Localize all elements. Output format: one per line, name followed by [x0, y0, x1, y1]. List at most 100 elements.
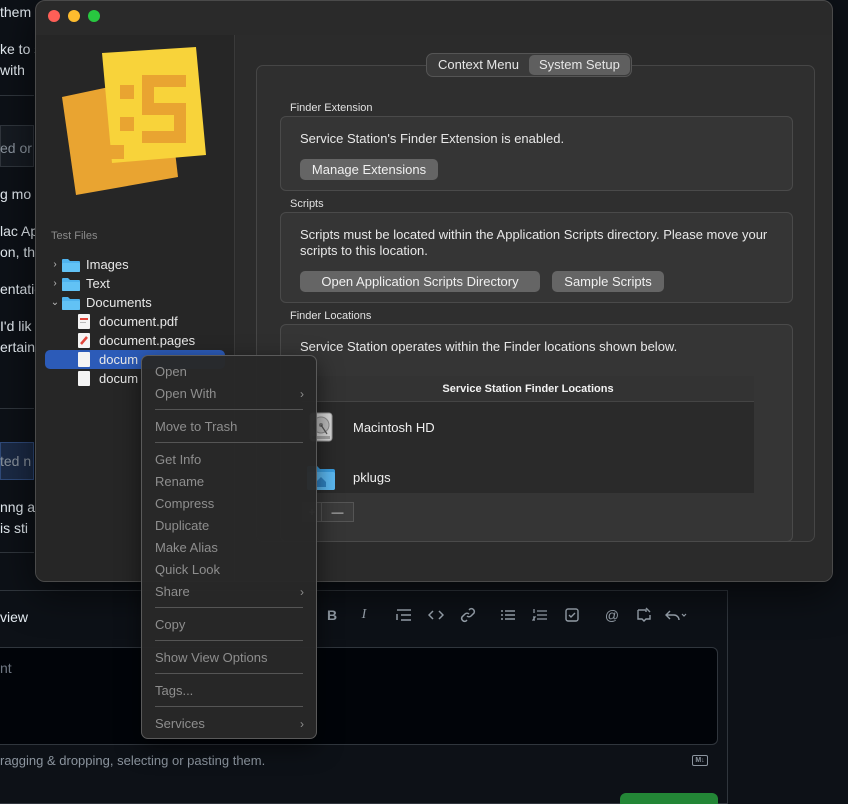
folder-icon: [62, 296, 80, 310]
file-icon: [78, 371, 90, 386]
bold-icon[interactable]: B: [316, 605, 348, 625]
bg-text-fragment: is sti: [0, 520, 28, 536]
tree-item-label: docum: [99, 352, 139, 367]
tree-item-text[interactable]: › Text: [48, 274, 228, 293]
finder-locations-label: Finder Locations: [290, 310, 372, 322]
pages-file-icon: [78, 333, 90, 348]
menu-item-open-with[interactable]: Open With ›: [142, 384, 316, 404]
zoom-window-button[interactable]: [88, 10, 100, 22]
menu-item-duplicate[interactable]: Duplicate: [142, 516, 316, 536]
comment-submit-button[interactable]: [620, 793, 718, 804]
menu-separator: [155, 442, 303, 443]
menu-item-services[interactable]: Services ›: [142, 714, 316, 734]
table-header: Service Station Finder Locations: [302, 376, 754, 402]
tree-item-document-pages[interactable]: document.pages: [78, 331, 228, 350]
location-name: Macintosh HD: [353, 419, 435, 435]
finder-locations-table: Service Station Finder Locations Macinto…: [302, 376, 754, 493]
finder-extension-label: Finder Extension: [290, 102, 373, 114]
finder-extension-box: Service Station's Finder Extension is en…: [280, 116, 793, 191]
service-station-logo-icon: [62, 45, 212, 200]
bg-divider: [0, 552, 34, 553]
chevron-right-icon[interactable]: ›: [48, 278, 62, 289]
tab-control: Context Menu System Setup: [426, 53, 632, 77]
bg-text-fragment: I'd lik: [0, 318, 32, 334]
menu-item-make-alias[interactable]: Make Alias: [142, 538, 316, 558]
menu-item-copy[interactable]: Copy: [142, 615, 316, 635]
reply-icon[interactable]: [660, 605, 692, 625]
tree-item-label: document.pdf: [99, 314, 178, 329]
open-scripts-directory-button[interactable]: Open Application Scripts Directory: [300, 271, 540, 292]
minimize-window-button[interactable]: [68, 10, 80, 22]
menu-separator: [155, 640, 303, 641]
menu-item-get-info[interactable]: Get Info: [142, 450, 316, 470]
folder-icon: [62, 277, 80, 291]
comment-editor: view B I @ nt ragging & dropping, select…: [0, 590, 728, 804]
tab-system-setup[interactable]: System Setup: [528, 55, 630, 75]
menu-item-show-view-options[interactable]: Show View Options: [142, 648, 316, 668]
tree-item-images[interactable]: › Images: [48, 255, 228, 274]
bg-divider: [0, 95, 34, 96]
bg-text-fragment: g mo: [0, 186, 32, 202]
chevron-right-icon[interactable]: ›: [48, 259, 62, 270]
menu-item-move-to-trash[interactable]: Move to Trash: [142, 417, 316, 437]
submenu-arrow-icon: ›: [300, 717, 304, 731]
attach-hint: ragging & dropping, selecting or pasting…: [0, 753, 266, 768]
menu-item-label: Open With: [155, 386, 217, 401]
markdown-icon: M↓: [692, 755, 708, 766]
bg-text-fragment: with: [0, 62, 25, 78]
editor-toolbar: B I @: [316, 605, 692, 625]
tree-item-label: Text: [86, 276, 110, 291]
menu-item-share[interactable]: Share ›: [142, 582, 316, 602]
close-window-button[interactable]: [48, 10, 60, 22]
tree-item-label: Images: [86, 257, 129, 272]
comment-textarea[interactable]: nt: [0, 647, 718, 745]
bg-text-fragment: on, th: [0, 244, 36, 260]
submenu-arrow-icon: ›: [300, 585, 304, 599]
finder-extension-status: Service Station's Finder Extension is en…: [300, 131, 565, 146]
menu-item-label: Services: [155, 716, 205, 731]
bg-text-fragment: ertain: [0, 339, 36, 355]
numbered-list-icon[interactable]: [524, 605, 556, 625]
finder-locations-description: Service Station operates within the Find…: [300, 339, 678, 354]
scripts-label: Scripts: [290, 198, 324, 210]
menu-item-open[interactable]: Open: [142, 362, 316, 382]
menu-item-tags[interactable]: Tags...: [142, 681, 316, 701]
tab-context-menu[interactable]: Context Menu: [428, 55, 529, 75]
remove-location-button[interactable]: —: [322, 502, 354, 522]
menu-item-rename[interactable]: Rename: [142, 472, 316, 492]
italic-icon[interactable]: I: [348, 605, 380, 625]
menu-item-compress[interactable]: Compress: [142, 494, 316, 514]
code-icon[interactable]: [420, 605, 452, 625]
chevron-down-icon[interactable]: ⌄: [48, 297, 62, 308]
menu-item-label: Share: [155, 584, 190, 599]
pdf-file-icon: [78, 314, 90, 329]
tree-item-documents[interactable]: ⌄ Documents: [48, 293, 228, 312]
bulleted-list-icon[interactable]: [492, 605, 524, 625]
mention-icon[interactable]: @: [596, 605, 628, 625]
scripts-box: Scripts must be located within the Appli…: [280, 212, 793, 303]
sample-scripts-button[interactable]: Sample Scripts: [552, 271, 664, 292]
bg-divider: [0, 408, 34, 409]
test-files-heading: Test Files: [51, 230, 98, 242]
task-list-icon[interactable]: [556, 605, 588, 625]
scripts-description: Scripts must be located within the Appli…: [300, 227, 768, 258]
bg-text-fragment: ted n: [0, 453, 32, 469]
main-content: Finder Extension Service Station's Finde…: [236, 35, 832, 581]
title-bar: [36, 1, 832, 35]
tree-item-label: Documents: [86, 295, 152, 310]
preview-tab[interactable]: view: [0, 609, 28, 625]
manage-extensions-button[interactable]: Manage Extensions: [300, 159, 438, 180]
table-row[interactable]: pklugs: [302, 454, 754, 500]
heading-icon[interactable]: [388, 605, 420, 625]
bg-text-fragment: lac Ap: [0, 223, 39, 239]
comment-placeholder: nt: [0, 660, 12, 676]
table-row[interactable]: Macintosh HD: [302, 404, 754, 450]
reference-icon[interactable]: [628, 605, 660, 625]
menu-item-quick-look[interactable]: Quick Look: [142, 560, 316, 580]
menu-separator: [155, 409, 303, 410]
tree-item-document-pdf[interactable]: document.pdf: [78, 312, 228, 331]
link-icon[interactable]: [452, 605, 484, 625]
bg-text-fragment: them: [0, 4, 32, 20]
menu-separator: [155, 673, 303, 674]
bg-text-fragment: nng a: [0, 499, 36, 515]
